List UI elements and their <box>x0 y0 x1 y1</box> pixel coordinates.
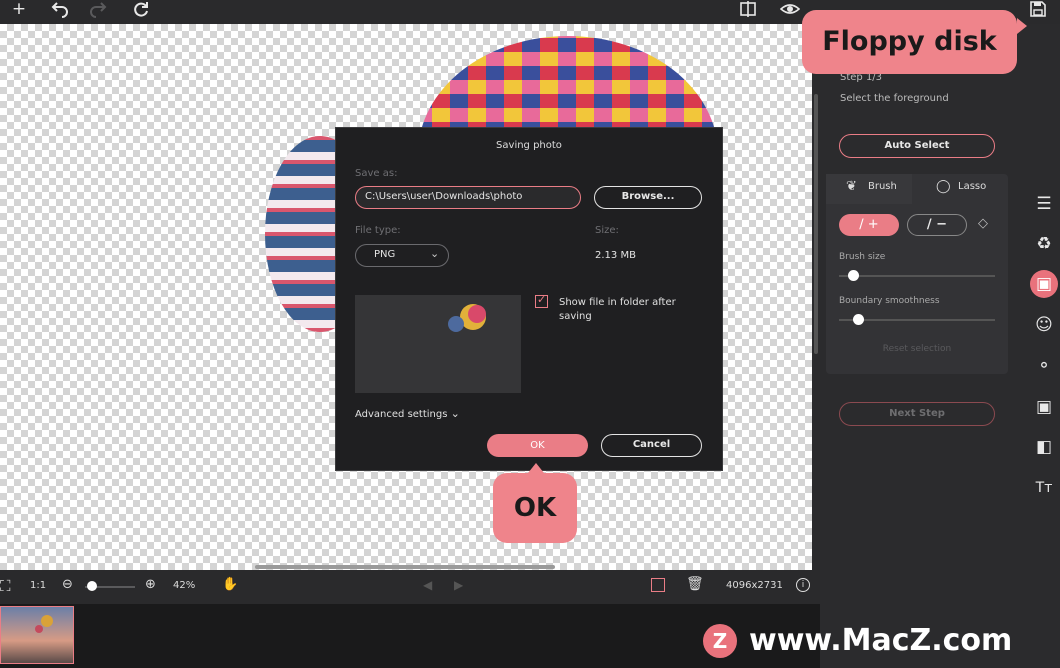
check-icon: ✓ <box>537 293 547 306</box>
eye-icon[interactable] <box>779 0 801 20</box>
horizontal-scrollbar[interactable] <box>255 565 555 569</box>
file-type-value: PNG <box>374 249 396 260</box>
selection-panel: Step 1/3 Select the foreground Auto Sele… <box>820 24 1020 604</box>
save-path-input[interactable]: C:\Users\user\Downloads\photo <box>355 186 581 209</box>
frame-icon[interactable]: ◧ <box>1030 433 1058 461</box>
browse-button[interactable]: Browse... <box>594 186 702 209</box>
brush-size-slider[interactable] <box>839 275 995 277</box>
brush-icon: ❦ <box>846 179 857 194</box>
face-icon[interactable]: ☺ <box>1030 311 1058 339</box>
show-in-folder-checkbox[interactable]: ✓ <box>535 293 548 308</box>
boundary-smoothness-label: Boundary smoothness <box>839 296 940 306</box>
reset-selection-button[interactable]: Reset selection <box>839 344 995 354</box>
brush-subtract-button[interactable]: ∕ − <box>907 214 967 236</box>
watermark-logo: Z <box>703 624 737 658</box>
stamp-icon[interactable]: ♻ <box>1030 230 1058 258</box>
trash-icon[interactable]: 🗑 <box>686 576 704 592</box>
bottom-bar: ⛶ 1:1 ⊖ ⊕ 42% ✋ ◀ ▶ 🗑 4096x2731 i <box>0 570 820 604</box>
lasso-icon: ◯ <box>936 179 951 194</box>
cancel-button[interactable]: Cancel <box>601 434 702 457</box>
next-icon[interactable]: ▶ <box>454 578 463 592</box>
actual-size-button[interactable]: 1:1 <box>30 580 46 591</box>
chevron-down-icon: ⌄ <box>430 247 440 260</box>
filmstrip <box>0 604 820 668</box>
saving-photo-dialog: Saving photo Save as: C:\Users\user\Down… <box>335 127 723 471</box>
background-icon[interactable]: ▣ <box>1030 270 1058 298</box>
ok-button[interactable]: OK <box>487 434 588 457</box>
brush-add-button[interactable]: ∕ + <box>839 214 899 236</box>
callout-pointer <box>1017 18 1027 34</box>
adjustments-icon[interactable]: ☰ <box>1030 190 1058 218</box>
film-thumbnail[interactable] <box>0 606 74 664</box>
redo-icon[interactable] <box>88 0 108 20</box>
canvas-scrollbar[interactable] <box>812 24 820 570</box>
image-icon[interactable] <box>651 578 665 592</box>
boundary-handle[interactable] <box>853 314 864 325</box>
advanced-settings-toggle[interactable]: Advanced settings ⌄ <box>355 407 460 420</box>
watermark-text: www.MacZ.com <box>749 623 1013 658</box>
callout-pointer <box>528 463 544 473</box>
hand-icon[interactable]: ✋ <box>222 577 238 592</box>
brush-size-handle[interactable] <box>848 270 859 281</box>
zoom-in-icon[interactable]: ⊕ <box>145 577 156 592</box>
zoom-level: 42% <box>173 580 196 591</box>
zoom-handle[interactable] <box>87 581 97 591</box>
tab-lasso-label: Lasso <box>958 181 987 192</box>
tab-brush-label: Brush <box>868 181 897 192</box>
file-type-label: File type: <box>355 225 401 236</box>
tab-lasso[interactable]: ◯ Lasso <box>920 174 1008 204</box>
zoom-out-icon[interactable]: ⊖ <box>62 577 73 592</box>
info-icon[interactable]: i <box>796 578 810 592</box>
chevron-down-icon: ⌄ <box>450 407 460 420</box>
text-icon[interactable]: Tт <box>1030 474 1058 502</box>
size-label: Size: <box>595 225 619 236</box>
preview-thumbnail <box>355 295 521 393</box>
next-step-button[interactable]: Next Step <box>839 402 995 426</box>
brush-size-label: Brush size <box>839 252 886 262</box>
file-type-select[interactable]: PNG ⌄ <box>355 244 449 267</box>
floppy-icon[interactable] <box>1028 0 1048 20</box>
size-value: 2.13 MB <box>595 250 636 261</box>
plus-icon[interactable]: + <box>9 0 29 20</box>
undo-icon[interactable] <box>50 0 70 20</box>
auto-select-button[interactable]: Auto Select <box>839 134 995 158</box>
fit-screen-icon[interactable]: ⛶ <box>0 577 11 595</box>
image-dimensions: 4096x2731 <box>726 580 783 591</box>
dialog-title: Saving photo <box>496 140 562 151</box>
save-as-label: Save as: <box>355 168 398 179</box>
advanced-settings-label: Advanced settings <box>355 409 448 420</box>
color-icon[interactable]: ⚬ <box>1030 352 1058 380</box>
save-path-value: C:\Users\user\Downloads\photo <box>365 191 523 202</box>
tab-brush[interactable]: ❦ Brush <box>826 174 912 204</box>
ok-callout: OK <box>493 473 577 543</box>
previous-icon[interactable]: ◀ <box>423 578 432 592</box>
floppy-disk-callout: Floppy disk <box>802 10 1017 74</box>
step-instruction: Select the foreground <box>840 93 949 104</box>
compare-icon[interactable] <box>738 0 758 20</box>
reset-icon[interactable] <box>131 0 151 20</box>
eraser-icon[interactable]: ◇ <box>978 216 988 231</box>
crop-icon[interactable]: ▣ <box>1030 393 1058 421</box>
show-in-folder-label: Show file in folder after saving <box>559 297 676 322</box>
